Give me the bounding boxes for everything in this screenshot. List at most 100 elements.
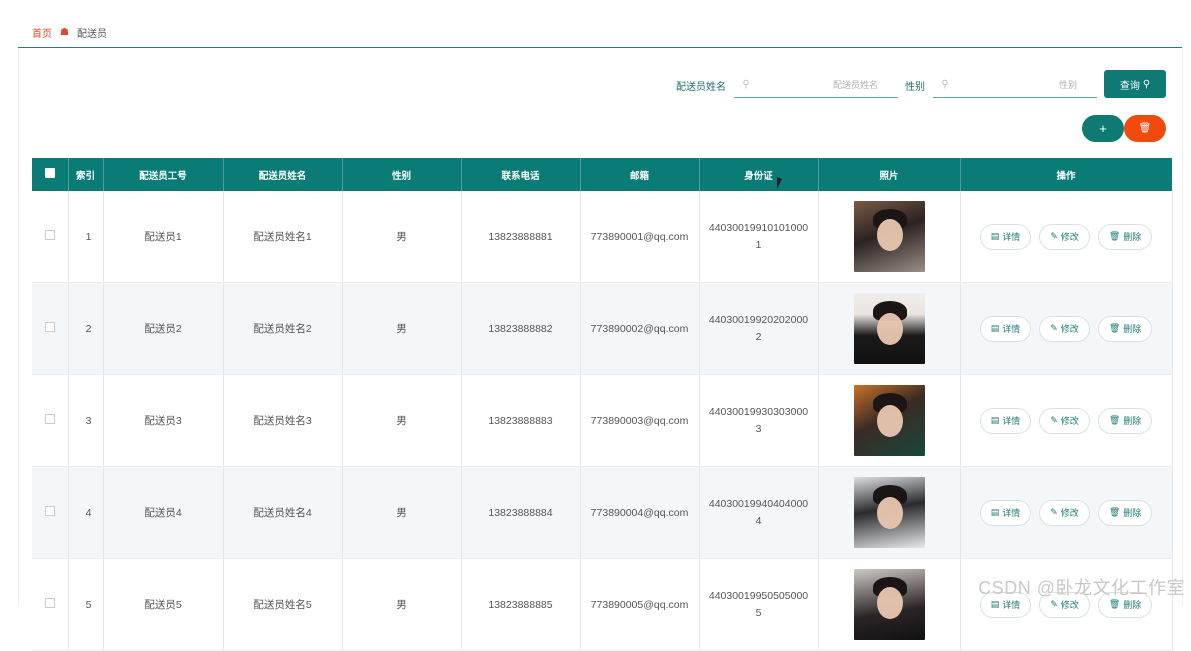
edit-button[interactable]: ✎ 修改 xyxy=(1039,499,1090,526)
document-icon: ▤ xyxy=(990,507,1000,517)
watermark: CSDN @卧龙文化工作室 xyxy=(978,578,1185,598)
photo-cell xyxy=(818,558,961,651)
breadcrumb-current: 配送员 xyxy=(76,29,107,40)
name-search-label: 配送员姓名 xyxy=(676,82,726,93)
courier-photo[interactable] xyxy=(853,569,925,640)
column-header: 配送员姓名 xyxy=(223,158,343,191)
row-checkbox[interactable] xyxy=(32,282,69,375)
pencil-icon: ✎ xyxy=(1050,231,1058,241)
name-cell: 配送员姓名2 xyxy=(223,282,343,375)
name-search-input[interactable]: ⚲ 配送员姓名 xyxy=(734,72,898,98)
id-card-cell: 440300199303030003 xyxy=(699,374,819,467)
search-icon: ⚲ xyxy=(742,79,750,90)
courier-photo[interactable] xyxy=(853,385,925,456)
phone-cell: 13823888882 xyxy=(461,282,581,375)
delete-button[interactable]: 🗑 删除 xyxy=(1097,407,1153,434)
column-header: 邮箱 xyxy=(580,158,700,191)
query-button[interactable]: 查询 ⚲ xyxy=(1104,70,1166,98)
row-checkbox[interactable] xyxy=(32,558,69,651)
worker-no-cell: 配送员5 xyxy=(103,558,224,651)
trash-icon: 🗑 xyxy=(1108,323,1121,333)
operations-cell: ▤ 详情 ✎ 修改 🗑 删除 xyxy=(960,558,1173,651)
row-index: 4 xyxy=(68,466,104,559)
table-row: 5 配送员5 配送员姓名5 男 13823888885 773890005@qq… xyxy=(32,558,1173,651)
photo-cell xyxy=(818,466,961,559)
gender-cell: 男 xyxy=(342,466,462,559)
operations-cell: ▤ 详情 ✎ 修改 🗑 删除 xyxy=(960,191,1173,283)
row-checkbox[interactable] xyxy=(32,191,69,283)
trash-icon: 🗑 xyxy=(1108,231,1121,241)
id-card-cell: 440300199505050005 xyxy=(699,558,819,651)
courier-photo[interactable] xyxy=(853,477,925,548)
row-index: 3 xyxy=(68,374,104,467)
name-cell: 配送员姓名4 xyxy=(223,466,343,559)
document-icon: ▤ xyxy=(990,415,1000,425)
email-cell: 773890001@qq.com xyxy=(580,191,700,283)
panel-border-right xyxy=(1182,48,1183,606)
edit-button[interactable]: ✎ 修改 xyxy=(1039,315,1090,342)
detail-button[interactable]: ▤ 详情 xyxy=(979,407,1032,434)
pencil-icon: ✎ xyxy=(1050,415,1058,425)
worker-no-cell: 配送员4 xyxy=(103,466,224,559)
pencil-icon: ✎ xyxy=(1050,507,1058,517)
document-icon: ▤ xyxy=(990,599,1000,609)
courier-photo[interactable] xyxy=(853,201,925,272)
row-index: 2 xyxy=(68,282,104,375)
edit-button[interactable]: ✎ 修改 xyxy=(1039,223,1090,250)
detail-button[interactable]: ▤ 详情 xyxy=(979,223,1032,250)
table-header-row: 索引 配送员工号 配送员姓名 性别 联系电话 邮箱 身份证 照片 操作 xyxy=(32,158,1173,191)
delete-button[interactable]: 🗑 删除 xyxy=(1097,223,1153,250)
breadcrumb-home-link[interactable]: 首页 xyxy=(32,25,52,40)
operations-cell: ▤ 详情 ✎ 修改 🗑 删除 xyxy=(960,282,1173,375)
table-row: 1 配送员1 配送员姓名1 男 13823888881 773890001@qq… xyxy=(32,191,1173,283)
photo-cell xyxy=(818,374,961,467)
trash-icon: 🗑 xyxy=(1138,123,1152,134)
delete-button[interactable]: 🗑 删除 xyxy=(1097,499,1153,526)
mouse-cursor-icon xyxy=(777,177,787,189)
row-index: 5 xyxy=(68,558,104,651)
column-header: 联系电话 xyxy=(461,158,581,191)
pencil-icon: ✎ xyxy=(1050,323,1058,333)
trash-icon: 🗑 xyxy=(1108,415,1121,425)
courier-photo[interactable] xyxy=(853,293,925,364)
operations-cell: ▤ 详情 ✎ 修改 🗑 删除 xyxy=(960,374,1173,467)
email-cell: 773890003@qq.com xyxy=(580,374,700,467)
column-header: 配送员工号 xyxy=(103,158,224,191)
row-checkbox[interactable] xyxy=(32,374,69,467)
column-header: 身份证 xyxy=(699,158,819,191)
detail-button[interactable]: ▤ 详情 xyxy=(979,315,1032,342)
column-header: 操作 xyxy=(960,158,1173,191)
search-icon: ⚲ xyxy=(1142,78,1151,90)
id-card-cell: 440300199202020002 xyxy=(699,282,819,375)
select-all-checkbox[interactable] xyxy=(32,158,69,191)
name-cell: 配送员姓名5 xyxy=(223,558,343,651)
email-cell: 773890005@qq.com xyxy=(580,558,700,651)
row-checkbox[interactable] xyxy=(32,466,69,559)
home-icon: ☗ xyxy=(60,27,69,38)
worker-no-cell: 配送员2 xyxy=(103,282,224,375)
photo-cell xyxy=(818,191,961,283)
column-header: 照片 xyxy=(818,158,961,191)
gender-search-label: 性别 xyxy=(905,82,925,93)
add-button[interactable]: + xyxy=(1082,115,1124,142)
detail-button[interactable]: ▤ 详情 xyxy=(979,499,1032,526)
operations-cell: ▤ 详情 ✎ 修改 🗑 删除 xyxy=(960,466,1173,559)
gender-cell: 男 xyxy=(342,191,462,283)
gender-search-input[interactable]: ⚲ 性别 xyxy=(933,72,1097,98)
trash-icon: 🗑 xyxy=(1108,507,1121,517)
table-row: 2 配送员2 配送员姓名2 男 13823888882 773890002@qq… xyxy=(32,282,1173,375)
row-index: 1 xyxy=(68,191,104,283)
phone-cell: 13823888883 xyxy=(461,374,581,467)
document-icon: ▤ xyxy=(990,231,1000,241)
id-card-cell: 440300199404040004 xyxy=(699,466,819,559)
phone-cell: 13823888884 xyxy=(461,466,581,559)
document-icon: ▤ xyxy=(990,323,1000,333)
photo-cell xyxy=(818,282,961,375)
table-row: 3 配送员3 配送员姓名3 男 13823888883 773890003@qq… xyxy=(32,374,1173,467)
gender-cell: 男 xyxy=(342,374,462,467)
batch-delete-button[interactable]: 🗑 xyxy=(1124,115,1166,142)
worker-no-cell: 配送员3 xyxy=(103,374,224,467)
delete-button[interactable]: 🗑 删除 xyxy=(1097,315,1153,342)
edit-button[interactable]: ✎ 修改 xyxy=(1039,407,1090,434)
table-row: 4 配送员4 配送员姓名4 男 13823888884 773890004@qq… xyxy=(32,466,1173,559)
